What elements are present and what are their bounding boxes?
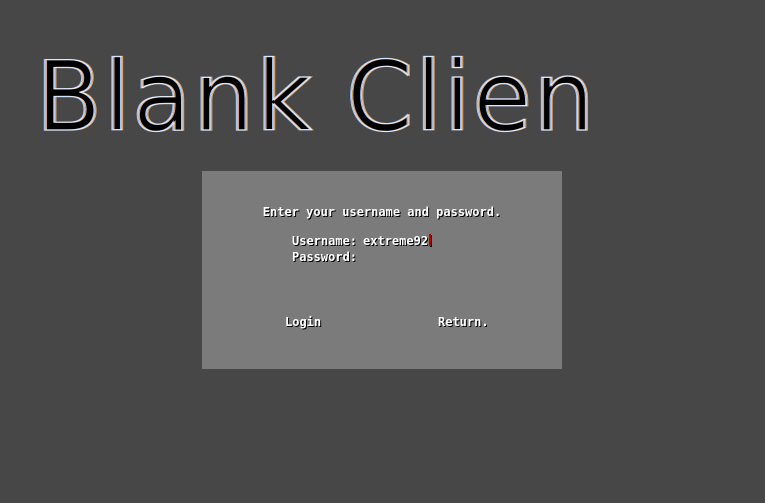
client-logo: Blank Client Blank Client Blank Client B…	[36, 38, 596, 148]
login-button[interactable]: Login	[285, 315, 321, 329]
username-field[interactable]: Username: extreme92	[292, 234, 432, 248]
logo-outline-white: Blank Client	[36, 41, 596, 148]
text-caret	[429, 234, 432, 246]
return-button[interactable]: Return.	[438, 315, 489, 329]
password-label: Password:	[292, 250, 358, 264]
username-label: Username:	[292, 234, 358, 248]
password-field[interactable]: Password:	[292, 250, 363, 264]
username-value[interactable]: extreme92	[363, 234, 428, 248]
login-prompt: Enter your username and password.	[262, 205, 502, 219]
logo-svg: Blank Client Blank Client Blank Client B…	[36, 40, 596, 148]
login-panel: Enter your username and password. Userna…	[202, 171, 562, 369]
